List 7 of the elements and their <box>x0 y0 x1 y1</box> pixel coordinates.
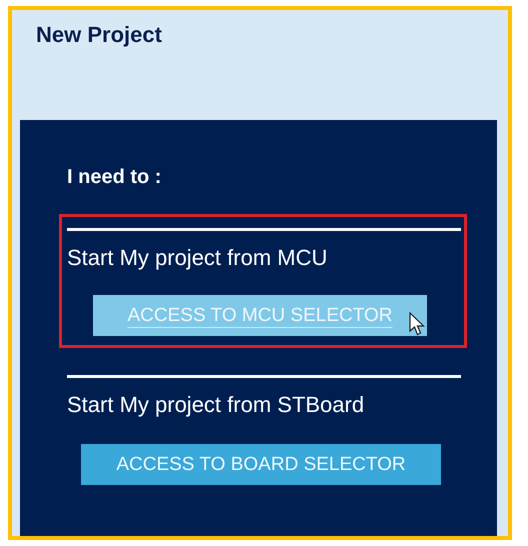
panel-heading: I need to : <box>67 165 162 189</box>
selector-button[interactable]: ACCESS TO MCU SELECTOR <box>93 295 427 336</box>
cursor-icon <box>409 312 425 336</box>
window-title: New Project <box>35 21 163 49</box>
option-label: Start My project from STBoard <box>67 392 364 418</box>
selector-button[interactable]: ACCESS TO BOARD SELECTOR <box>81 444 441 485</box>
option-label: Start My project from MCU <box>67 245 328 271</box>
